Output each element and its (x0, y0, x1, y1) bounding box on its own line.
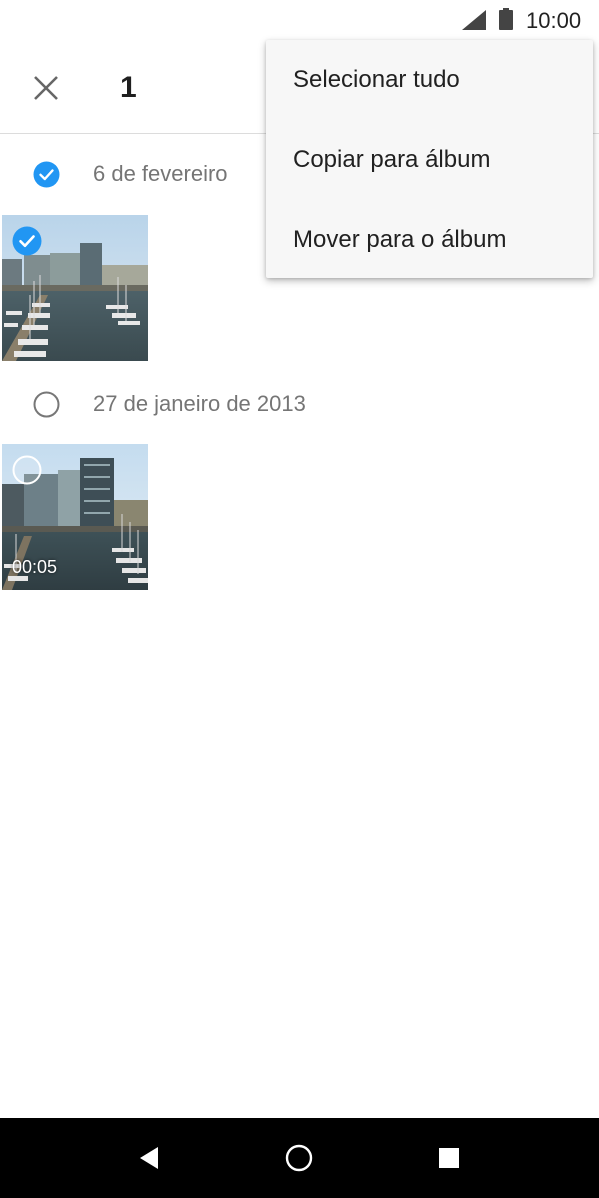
home-circle-icon (285, 1144, 313, 1172)
thumbnail-selected-check-icon (12, 226, 42, 256)
system-navigation-bar (0, 1118, 599, 1198)
nav-home-button[interactable] (277, 1136, 321, 1180)
overflow-menu: Selecionar tudo Copiar para álbum Mover … (266, 40, 593, 278)
selection-count: 1 (120, 71, 137, 104)
menu-item-move-to-album[interactable]: Mover para o álbum (266, 200, 593, 280)
status-bar: 10:00 (0, 0, 599, 40)
date-group-header: 27 de janeiro de 2013 (0, 374, 599, 434)
group-date-label: 27 de janeiro de 2013 (93, 391, 306, 416)
back-triangle-icon (140, 1147, 158, 1169)
status-time: 10:00 (526, 8, 582, 33)
nav-back-button[interactable] (127, 1136, 171, 1180)
group-date-label: 6 de fevereiro (93, 161, 228, 186)
thumbnail-unselected-circle-icon (12, 455, 42, 485)
battery-icon (499, 8, 513, 30)
menu-item-label: Mover para o álbum (293, 226, 507, 253)
cell-signal-icon (462, 10, 486, 30)
menu-item-label: Selecionar tudo (293, 66, 460, 93)
close-selection-button[interactable] (22, 64, 70, 112)
nav-recents-button[interactable] (427, 1136, 471, 1180)
group-select-checked-icon[interactable] (33, 161, 60, 188)
menu-item-copy-to-album[interactable]: Copiar para álbum (266, 120, 593, 200)
menu-item-select-all[interactable]: Selecionar tudo (266, 40, 593, 120)
group-select-unchecked-icon[interactable] (33, 391, 60, 418)
media-thumbnail-video[interactable]: 00:05 (2, 444, 148, 590)
menu-item-label: Copiar para álbum (293, 146, 491, 173)
recents-square-icon (439, 1148, 459, 1168)
video-duration: 00:05 (12, 557, 58, 577)
photo-selection-screen: 10:00 1 6 de fevereiro 27 de janeiro de … (0, 0, 599, 1198)
close-icon (34, 76, 58, 100)
media-thumbnail-photo[interactable] (2, 215, 148, 361)
